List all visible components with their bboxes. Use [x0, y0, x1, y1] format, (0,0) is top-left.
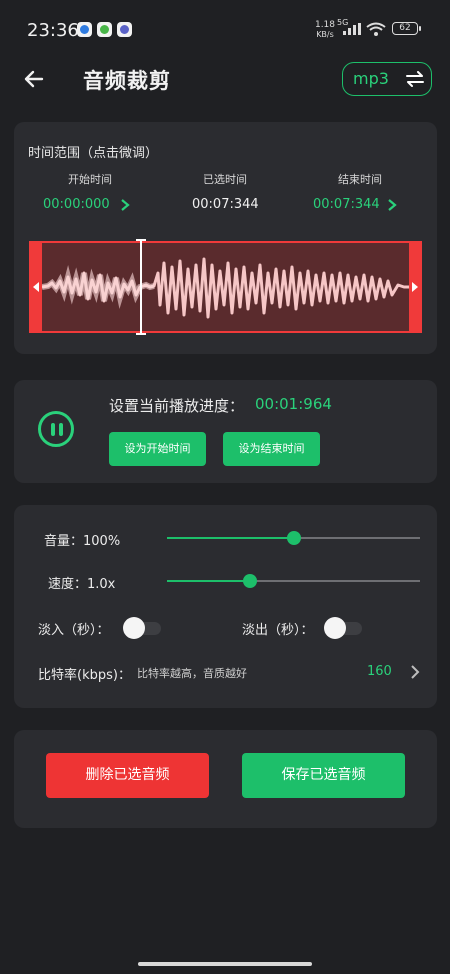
fade-out-toggle[interactable] — [324, 617, 362, 639]
volume-fill — [167, 537, 294, 539]
fade-out-label: 淡出（秒）： — [242, 623, 314, 638]
app-notification-icon — [117, 22, 132, 37]
delete-selected-button[interactable]: 删除已选音频 — [46, 753, 209, 798]
start-time-label: 开始时间 — [68, 173, 112, 186]
waveform — [42, 257, 409, 319]
chevron-right-icon — [121, 199, 130, 211]
save-selected-button[interactable]: 保存已选音频 — [242, 753, 405, 798]
battery-icon: 62 — [392, 22, 421, 35]
waveform-selection[interactable] — [29, 239, 422, 335]
selected-time-label: 已选时间 — [203, 173, 247, 186]
selected-time-value: 00:07:344 — [192, 197, 259, 212]
app-header: 音频裁剪 mp3 — [0, 55, 450, 105]
fade-in-toggle[interactable] — [123, 617, 161, 639]
time-range-card: 时间范围（点击微调） 开始时间 已选时间 结束时间 00:00:000 00:0… — [14, 122, 437, 354]
status-time: 23:36 — [27, 20, 79, 41]
network-speed: 1.18 KB/s — [314, 20, 336, 39]
arrow-right-icon — [412, 282, 418, 292]
speed-fill — [167, 580, 251, 582]
pause-icon — [51, 423, 55, 436]
bitrate-hint: 比特率越高，音质越好 — [137, 667, 247, 680]
end-handle[interactable] — [409, 243, 420, 331]
chevron-right-icon — [411, 665, 420, 679]
end-time-label: 结束时间 — [338, 173, 382, 186]
speed-label: 速度：1.0x — [48, 577, 116, 592]
arrow-left-icon — [33, 282, 39, 292]
range-title: 时间范围（点击微调） — [28, 146, 159, 161]
fade-in-label: 淡入（秒）： — [38, 623, 110, 638]
progress-value: 00:01:964 — [255, 395, 332, 413]
chevron-right-icon — [388, 199, 397, 211]
pause-button[interactable] — [38, 411, 74, 447]
back-arrow-icon[interactable] — [22, 67, 46, 91]
start-handle[interactable] — [31, 243, 42, 331]
playback-card: 设置当前播放进度： 00:01:964 设为开始时间 设为结束时间 — [14, 380, 437, 483]
home-indicator[interactable] — [138, 962, 312, 966]
format-label: mp3 — [353, 69, 389, 88]
actions-card: 删除已选音频 保存已选音频 — [14, 730, 437, 828]
volume-thumb[interactable] — [286, 531, 301, 545]
format-switch-button[interactable]: mp3 — [342, 62, 432, 96]
playhead[interactable] — [136, 239, 146, 335]
set-start-time-button[interactable]: 设为开始时间 — [109, 432, 206, 466]
volume-slider[interactable] — [167, 531, 420, 545]
bitrate-label: 比特率(kbps)： — [38, 668, 131, 683]
volume-label: 音量：100% — [44, 534, 121, 549]
set-end-time-button[interactable]: 设为结束时间 — [223, 432, 320, 466]
progress-label: 设置当前播放进度： — [109, 397, 245, 415]
swap-icon — [406, 71, 424, 87]
status-bar: 23:36 1.18 KB/s 5G 62 — [0, 0, 450, 60]
wifi-icon — [366, 22, 386, 36]
bitrate-value: 160 — [367, 664, 392, 679]
app-notification-icon — [77, 22, 92, 37]
app-notification-icon — [97, 22, 112, 37]
signal-icon — [343, 23, 361, 35]
speed-slider[interactable] — [167, 574, 420, 588]
speed-thumb[interactable] — [243, 574, 258, 588]
settings-card: 音量：100% 速度：1.0x 淡入（秒）： 淡出（秒）： 比特率(kbps)：… — [14, 505, 437, 708]
page-title: 音频裁剪 — [83, 69, 171, 93]
